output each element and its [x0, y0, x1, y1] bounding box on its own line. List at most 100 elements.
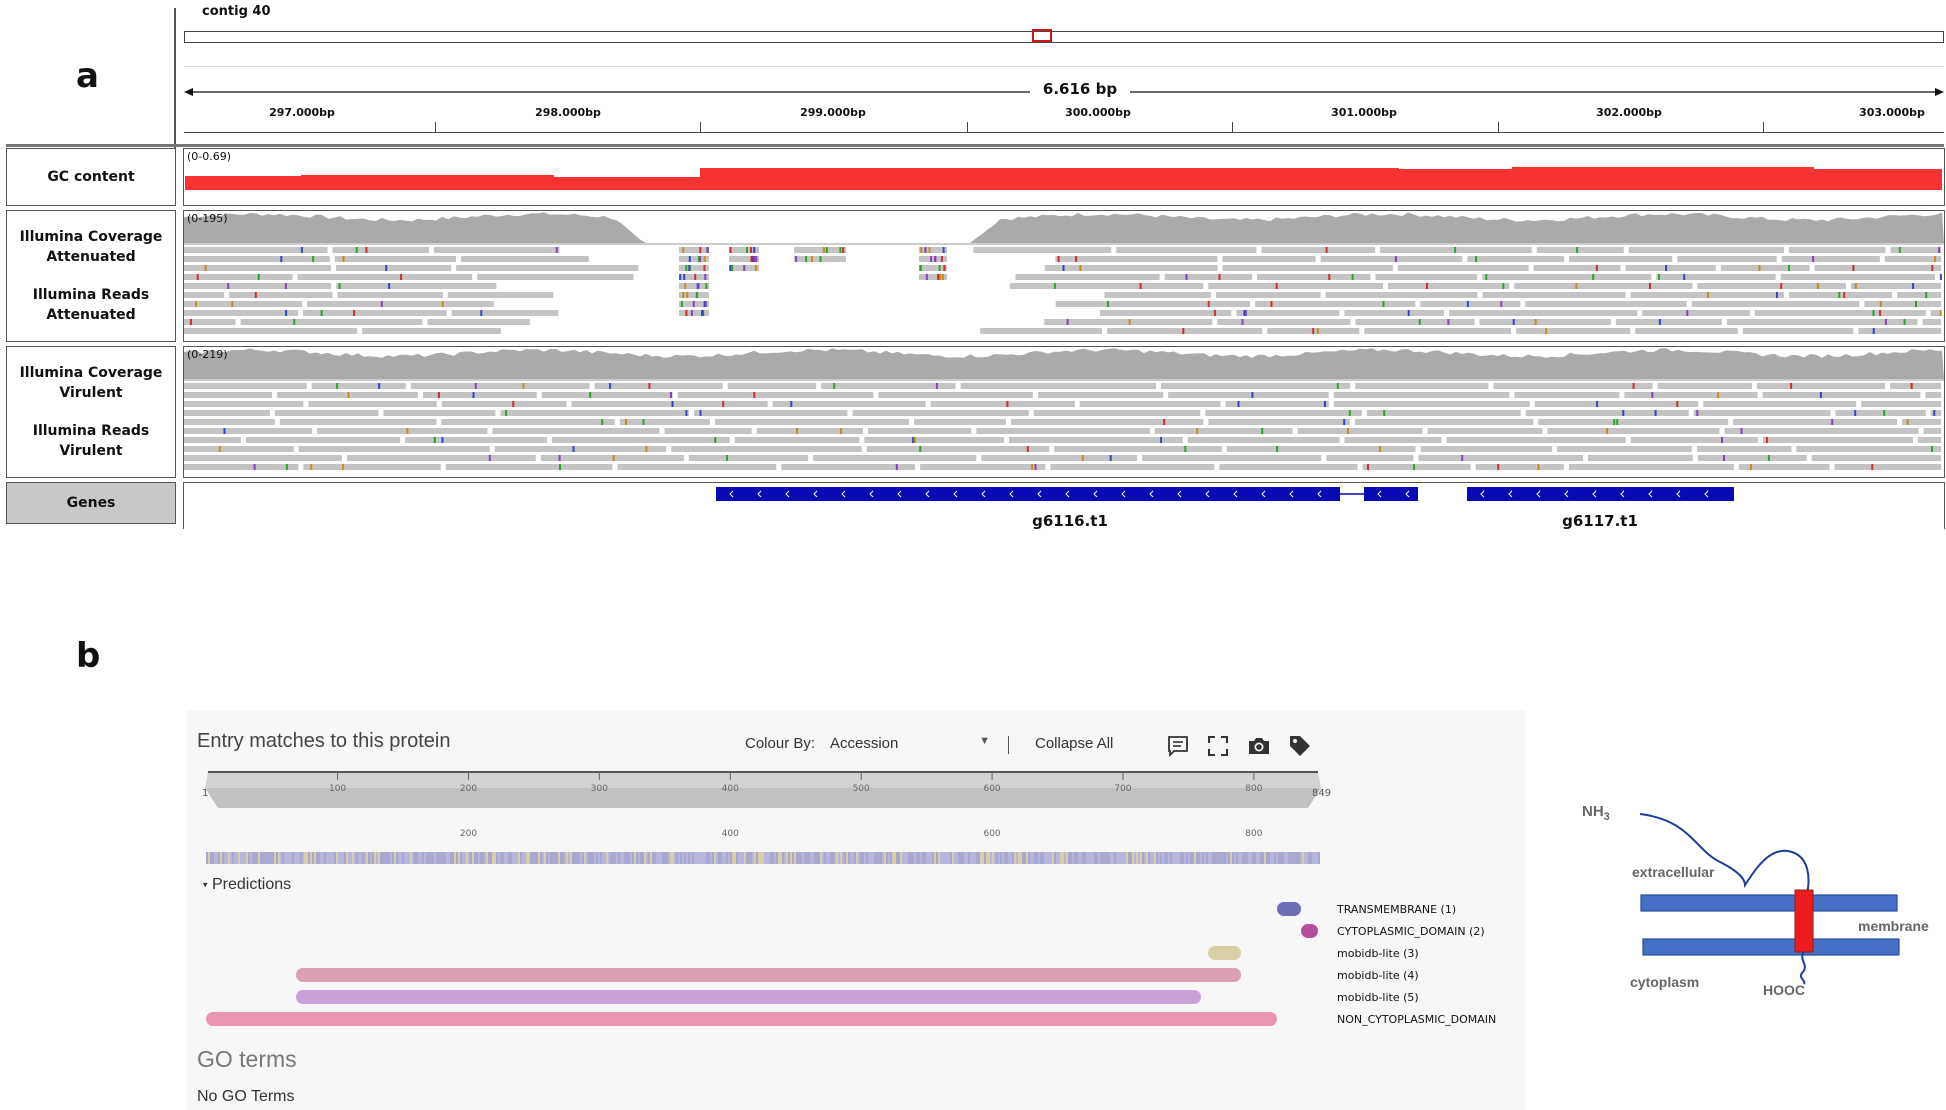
residue	[1168, 852, 1170, 864]
residue	[912, 852, 914, 864]
mismatch	[1903, 319, 1906, 325]
current-region-locator[interactable]	[1032, 29, 1052, 42]
contig-name: contig 40	[202, 4, 271, 19]
track-name-genes[interactable]: Genes	[6, 482, 176, 524]
residue	[446, 852, 448, 864]
residue	[408, 852, 410, 864]
residue	[618, 852, 620, 864]
prediction-bar[interactable]	[1207, 946, 1241, 960]
residue	[288, 852, 290, 864]
read	[410, 383, 590, 389]
mismatch	[1934, 256, 1936, 262]
read	[1482, 274, 1652, 280]
read	[794, 247, 846, 253]
residue	[278, 852, 280, 864]
gene-label-g6117[interactable]: g6117.t1	[1550, 512, 1650, 530]
gene-label-g6116[interactable]: g6116.t1	[1020, 512, 1120, 530]
read	[1420, 301, 1521, 307]
read	[1615, 319, 1722, 325]
read	[245, 437, 401, 443]
gc-content-track[interactable]: (0-0.69)	[183, 148, 1945, 206]
mismatch	[1454, 247, 1457, 253]
camera-icon[interactable]	[1247, 734, 1271, 758]
prediction-bar[interactable]	[1277, 902, 1301, 916]
residue	[858, 852, 860, 864]
residue	[592, 852, 594, 864]
virulent-coverage-reads-track[interactable]: (0-219)	[183, 346, 1945, 478]
fullscreen-icon[interactable]	[1206, 734, 1230, 758]
prediction-bar[interactable]	[1300, 924, 1318, 938]
residue	[790, 852, 792, 864]
prediction-label: TRANSMEMBRANE (1)	[1337, 903, 1457, 916]
residue	[1014, 852, 1016, 864]
residue	[638, 852, 640, 864]
residue	[656, 852, 658, 864]
chromosome-ideogram[interactable]	[184, 31, 1944, 43]
mismatch	[795, 256, 798, 262]
residue	[1232, 852, 1234, 864]
mismatch	[1534, 319, 1537, 325]
mismatch	[1079, 265, 1082, 271]
read	[1168, 392, 1329, 398]
mismatch	[943, 265, 946, 271]
residue	[1066, 852, 1068, 864]
collapse-all-button[interactable]: Collapse All	[1035, 735, 1113, 752]
gene-g6116-exon	[1364, 487, 1418, 501]
residue	[894, 852, 896, 864]
mismatch	[505, 410, 508, 416]
residue	[466, 852, 468, 864]
colour-by-select[interactable]: Accession ▼	[830, 735, 990, 752]
residue	[360, 852, 362, 864]
mismatch	[1379, 446, 1382, 452]
residue	[954, 852, 956, 864]
track-label-text: Illumina Coverage	[19, 229, 163, 245]
prediction-bar[interactable]	[296, 968, 1241, 982]
track-name-gc-content[interactable]: GC content	[6, 148, 176, 206]
residue	[1138, 852, 1140, 864]
residue	[670, 852, 672, 864]
read	[1890, 247, 1941, 253]
prediction-bar[interactable]	[296, 990, 1202, 1004]
read	[1642, 310, 1750, 316]
residue	[744, 852, 746, 864]
predictions-section[interactable]: ▾ Predictions	[203, 876, 291, 894]
track-name-virulent[interactable]: Illumina Coverage Virulent Illumina Read…	[6, 346, 176, 478]
mismatch	[696, 292, 699, 298]
read	[240, 319, 423, 325]
mismatch	[743, 265, 746, 271]
read	[1009, 437, 1183, 443]
residue	[484, 852, 486, 864]
residue	[712, 852, 714, 864]
residue	[1056, 852, 1058, 864]
residue	[1088, 852, 1090, 864]
tag-icon[interactable]	[1288, 734, 1312, 758]
mismatch	[1466, 301, 1469, 307]
read	[441, 419, 615, 425]
residue	[472, 852, 474, 864]
sequence-strip[interactable]	[206, 852, 1320, 864]
mismatch	[1592, 274, 1595, 280]
residue	[584, 852, 586, 864]
attenuated-coverage-reads-track[interactable]: (0-195)	[183, 210, 1945, 342]
prediction-bar[interactable]	[206, 1012, 1278, 1026]
residue	[380, 852, 382, 864]
track-name-attenuated[interactable]: Illumina Coverage Attenuated Illumina Re…	[6, 210, 176, 342]
mismatch	[284, 283, 287, 289]
residue	[214, 852, 216, 864]
mismatch	[300, 247, 303, 253]
residue	[1236, 852, 1238, 864]
residue	[318, 852, 320, 864]
read	[1011, 419, 1204, 425]
mismatch	[1185, 274, 1188, 280]
residue	[742, 852, 744, 864]
residue	[1170, 852, 1172, 864]
residue	[846, 852, 848, 864]
residue	[250, 852, 252, 864]
comment-icon[interactable]	[1166, 734, 1190, 758]
mismatch	[1883, 410, 1886, 416]
residue	[994, 852, 996, 864]
residue	[626, 852, 628, 864]
residue	[1188, 852, 1190, 864]
read	[920, 464, 1046, 470]
read	[1534, 401, 1699, 407]
